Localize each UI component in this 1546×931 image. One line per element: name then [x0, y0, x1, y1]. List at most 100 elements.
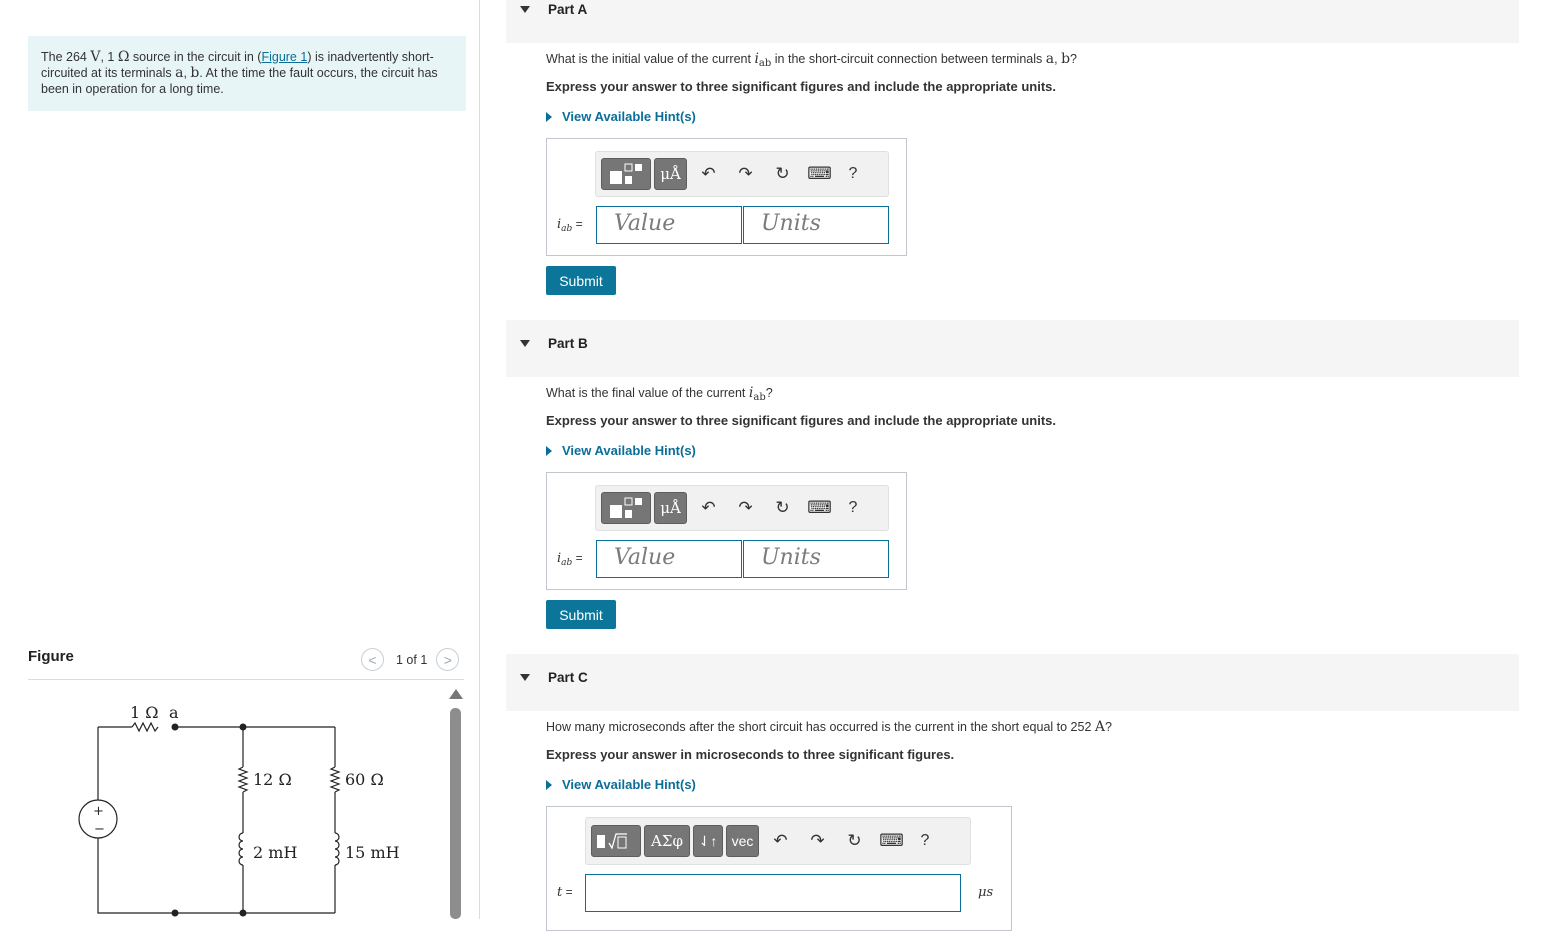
- part-a-question: What is the initial value of the current…: [546, 51, 1077, 69]
- column-divider: [479, 0, 480, 919]
- circuit-diagram: 1 Ω a 12 Ω 60 Ω 2 mH 15 mH + −: [78, 703, 400, 917]
- r12-label: 12 Ω: [253, 770, 292, 789]
- part-c-question: How many microseconds after the short ci…: [546, 719, 1112, 735]
- question-text: in the short-circuit connection between …: [771, 52, 1046, 66]
- redo-icon[interactable]: ↷: [727, 498, 764, 518]
- vector-button[interactable]: vec: [726, 825, 759, 857]
- terminal-a: a: [1045, 51, 1055, 67]
- collapse-triangle-icon: [520, 6, 530, 13]
- chevron-right-icon: >: [443, 651, 452, 668]
- part-b-hint-toggle[interactable]: View Available Hint(s): [546, 443, 696, 458]
- microsecond-unit: μs: [978, 885, 994, 900]
- reset-icon[interactable]: ↻: [836, 831, 873, 851]
- undo-icon[interactable]: ↶: [690, 164, 727, 184]
- terminal-a-label: a: [169, 703, 179, 722]
- terminal-b: b: [190, 65, 200, 81]
- intro-text: source in the circuit in (: [129, 50, 262, 64]
- collapse-triangle-icon: [520, 674, 530, 681]
- ohm-unit: Ω: [117, 49, 130, 65]
- next-figure-button[interactable]: >: [436, 648, 460, 671]
- part-c-hint-toggle[interactable]: View Available Hint(s): [546, 777, 696, 792]
- figure-link[interactable]: Figure 1: [261, 50, 307, 64]
- part-a-hint-toggle[interactable]: View Available Hint(s): [546, 109, 696, 124]
- resistor-1ohm: [131, 721, 159, 733]
- question-text: ?: [1105, 720, 1112, 734]
- terminal-a-node: [171, 723, 179, 731]
- var-sub: ab: [753, 392, 766, 403]
- math-toolbar: μÅ ↶ ↷ ↻ ⌨ ?: [595, 485, 889, 531]
- r60-label: 60 Ω: [345, 770, 384, 789]
- part-a-instruction: Express your answer to three significant…: [546, 79, 1056, 94]
- time-input[interactable]: [585, 874, 961, 912]
- part-b-header[interactable]: Part B: [506, 320, 1519, 377]
- source-resistor-label: 1 Ω: [130, 703, 159, 722]
- redo-icon[interactable]: ↷: [727, 164, 764, 184]
- help-icon[interactable]: ?: [838, 165, 868, 183]
- units-input[interactable]: Units: [743, 540, 889, 578]
- part-a-header[interactable]: Part A: [506, 0, 1519, 43]
- reset-icon[interactable]: ↻: [764, 498, 801, 518]
- units-input[interactable]: Units: [743, 206, 889, 244]
- part-b-question: What is the final value of the current i…: [546, 385, 773, 403]
- question-text: How many microseconds after the short ci…: [546, 720, 1095, 734]
- question-text: What is the initial value of the current: [546, 52, 755, 66]
- keyboard-icon[interactable]: ⌨: [801, 498, 838, 518]
- figure-pager: < 1 of 1 >: [361, 648, 460, 671]
- resistor-60ohm: [329, 766, 341, 793]
- undo-icon[interactable]: ↶: [762, 831, 799, 851]
- help-icon[interactable]: ?: [838, 499, 868, 517]
- keyboard-icon[interactable]: ⌨: [801, 164, 838, 184]
- equation-label: iab =: [557, 551, 583, 568]
- var-sub: ab: [758, 58, 772, 69]
- reset-icon[interactable]: ↻: [764, 164, 801, 184]
- value-input[interactable]: Value: [596, 206, 742, 244]
- unit-label: μs: [978, 885, 993, 900]
- prev-figure-button[interactable]: <: [361, 648, 384, 671]
- arrows-button[interactable]: ⇃↑: [693, 825, 723, 857]
- part-b-answer-box: μÅ ↶ ↷ ↻ ⌨ ? iab = Value Units: [546, 472, 907, 590]
- caret-right-icon: [546, 111, 552, 122]
- scroll-up-arrow-icon[interactable]: [449, 689, 463, 699]
- minus-sign: −: [94, 822, 105, 837]
- undo-icon[interactable]: ↶: [690, 498, 727, 518]
- template-button[interactable]: [601, 158, 651, 190]
- part-a-submit-button[interactable]: Submit: [546, 266, 616, 295]
- equals-sign: =: [562, 885, 573, 899]
- units-button[interactable]: μÅ: [654, 492, 687, 524]
- question-text: ?: [1070, 52, 1077, 66]
- part-c-answer-box: ΑΣφ ⇃↑ vec ↶ ↷ ↻ ⌨ ? t = μs: [546, 806, 1012, 931]
- equation-label: iab =: [557, 217, 583, 234]
- scrollbar-thumb[interactable]: [450, 708, 461, 919]
- node: [239, 909, 247, 917]
- template-button[interactable]: [601, 492, 651, 524]
- keyboard-icon[interactable]: ⌨: [873, 831, 910, 851]
- equals-sign: =: [572, 551, 583, 565]
- left-panel: The 264 V, 1 Ω source in the circuit in …: [0, 0, 479, 919]
- problem-statement: The 264 V, 1 Ω source in the circuit in …: [28, 36, 466, 111]
- part-b-submit-button[interactable]: Submit: [546, 600, 616, 629]
- templates-button[interactable]: [591, 825, 641, 857]
- resistor-12ohm: [237, 766, 249, 793]
- part-b-title: Part B: [548, 336, 588, 351]
- collapse-triangle-icon: [520, 340, 530, 347]
- hint-label: View Available Hint(s): [562, 443, 696, 458]
- equals-sign: =: [572, 217, 583, 231]
- help-icon[interactable]: ?: [910, 832, 940, 850]
- question-text: What is the final value of the current: [546, 386, 749, 400]
- part-c-title: Part C: [548, 670, 588, 685]
- part-b-instruction: Express your answer to three significant…: [546, 413, 1056, 428]
- terminal-b-node: [171, 909, 179, 917]
- question-text: ?: [765, 386, 773, 400]
- hint-label: View Available Hint(s): [562, 109, 696, 124]
- divider: [28, 679, 464, 680]
- part-a-answer-box: μÅ ↶ ↷ ↻ ⌨ ? iab = Value Units: [546, 138, 907, 256]
- units-button[interactable]: μÅ: [654, 158, 687, 190]
- greek-symbols-button[interactable]: ΑΣφ: [644, 825, 690, 857]
- redo-icon[interactable]: ↷: [799, 831, 836, 851]
- part-c-header[interactable]: Part C: [506, 654, 1519, 711]
- part-a-title: Part A: [548, 2, 588, 17]
- l15-label: 15 mH: [345, 843, 400, 862]
- l2-label: 2 mH: [253, 843, 297, 862]
- caret-right-icon: [546, 445, 552, 456]
- value-input[interactable]: Value: [596, 540, 742, 578]
